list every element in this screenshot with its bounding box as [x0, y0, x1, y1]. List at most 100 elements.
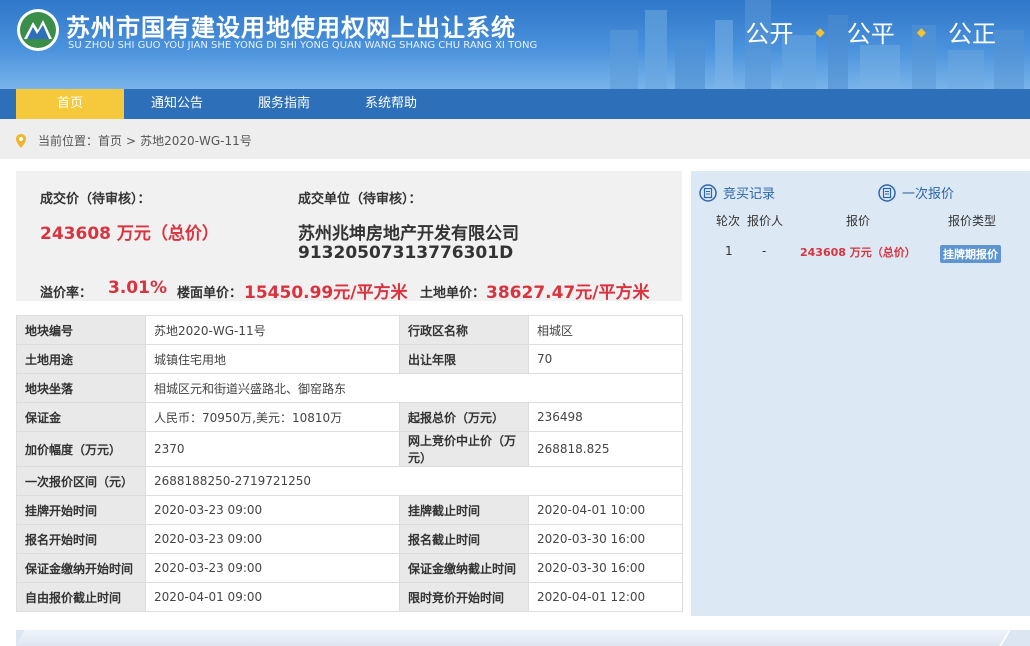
bid-round: 1: [725, 244, 733, 258]
detail-key: 报名开始时间: [16, 524, 146, 554]
detail-row: 自由报价截止时间 2020-04-01 09:00 限时竞价开始时间 2020-04-…: [16, 582, 683, 612]
detail-key: 网上竞价中止价（万元）: [399, 431, 529, 467]
bottom-tab[interactable]: [343, 630, 519, 646]
detail-row: 保证金缴纳开始时间 2020-03-23 09:00 保证金缴纳截止时间 2020-0…: [16, 553, 683, 583]
land-detail-table: 地块编号 苏地2020-WG-11号 行政区名称 相城区 土地用途 城镇住宅用地 出让年限 7…: [16, 315, 683, 612]
nav-home[interactable]: 首页: [16, 89, 124, 119]
floor-price-label: 楼面单价：: [177, 286, 243, 301]
site-title: 苏州市国有建设用地使用权网上出让系统: [66, 14, 516, 42]
detail-value: 城镇住宅用地: [145, 344, 400, 374]
detail-value: 2020-03-30 16:00: [528, 524, 683, 554]
tab-bid-records[interactable]: 竞买记录: [699, 183, 775, 202]
detail-value: 2020-03-23 09:00: [145, 553, 400, 583]
tab-single-quote[interactable]: 一次报价: [878, 183, 954, 202]
detail-row: 一次报价区间（元） 2688188250-2719721250: [16, 466, 683, 496]
bid-bidder: -: [762, 244, 767, 258]
detail-key: 土地用途: [16, 344, 146, 374]
detail-row: 加价幅度（万元） 2370 网上竞价中止价（万元） 268818.825: [16, 431, 683, 467]
detail-key: 限时竞价开始时间: [399, 582, 529, 612]
detail-row: 地块编号 苏地2020-WG-11号 行政区名称 相城区: [16, 315, 683, 345]
buyer-label: 成交单位（待审核）：: [298, 192, 422, 207]
detail-key: 出让年限: [399, 344, 529, 374]
breadcrumb-prefix: 当前位置：: [38, 134, 99, 148]
detail-value: 相城区: [528, 315, 683, 345]
slogan-separator-icon: ◆: [815, 24, 825, 39]
detail-value: 2020-04-01 10:00: [528, 495, 683, 525]
main-nav: 首页 通知公告 服务指南 系统帮助: [0, 89, 1030, 119]
land-price-label: 土地单价：: [420, 286, 486, 301]
bottom-tab[interactable]: [835, 630, 1011, 646]
detail-key: 保证金缴纳截止时间: [399, 553, 529, 583]
breadcrumb-current: 苏地2020-WG-11号: [140, 134, 252, 148]
detail-key: 地块坐落: [16, 373, 146, 403]
nav-notices[interactable]: 通知公告: [123, 89, 231, 119]
bid-type-badge: 挂牌期报价: [940, 245, 1001, 263]
bottom-tab[interactable]: [179, 630, 355, 646]
column-bidder: 报价人: [747, 214, 784, 228]
breadcrumb-home-link[interactable]: 首页: [98, 132, 122, 149]
detail-key: 行政区名称: [399, 315, 529, 345]
slogan-just: 公正: [948, 20, 996, 48]
deal-price-value: 243608 万元（总价）: [40, 224, 219, 244]
detail-value: 人民币：70950万,美元：10810万: [145, 402, 400, 432]
detail-value: 2688188250-2719721250: [145, 466, 683, 496]
breadcrumb: 当前位置： 首页 > 苏地2020-WG-11号: [16, 132, 252, 149]
breadcrumb-separator: >: [126, 133, 137, 148]
slogan-fair: 公平: [846, 20, 895, 48]
tab-single-quote-label: 一次报价: [902, 187, 955, 202]
slogan-open: 公开: [745, 20, 794, 48]
detail-row: 保证金 人民币：70950万,美元：10810万 起报总价（万元） 236498: [16, 402, 683, 432]
detail-row: 报名开始时间 2020-03-23 09:00 报名截止时间 2020-03-30 1…: [16, 524, 683, 554]
detail-value: 2020-03-23 09:00: [145, 524, 400, 554]
tab-bid-records-label: 竞买记录: [723, 187, 776, 202]
detail-key: 起报总价（万元）: [399, 402, 529, 432]
quote-icon: [878, 183, 896, 202]
site-header: 苏州市国有建设用地使用权网上出让系统 SU ZHOU SHI GUO YOU J…: [0, 0, 1030, 89]
column-quote-type: 报价类型: [948, 214, 997, 228]
premium-rate-label: 溢价率：: [40, 286, 93, 301]
buyer-credit-code: 91320507313776301D: [298, 243, 514, 263]
detail-key: 挂牌截止时间: [399, 495, 529, 525]
detail-value: 2020-03-23 09:00: [145, 495, 400, 525]
slogans: 公开 ◆ 公平 ◆ 公正: [746, 14, 996, 49]
detail-value: 236498: [528, 402, 683, 432]
bid-price: 243608 万元（总价）: [800, 246, 916, 259]
slogan-separator-icon: ◆: [916, 24, 926, 39]
detail-row: 土地用途 城镇住宅用地 出让年限 70: [16, 344, 683, 374]
location-pin-icon: [16, 133, 26, 148]
detail-value: 268818.825: [528, 431, 683, 467]
detail-row: 地块坐落 相城区元和街道兴盛路北、御窑路东: [16, 373, 683, 403]
floor-price-value: 15450.99元/平方米: [244, 283, 408, 303]
detail-key: 保证金缴纳开始时间: [16, 553, 146, 583]
column-round: 轮次: [716, 214, 741, 228]
detail-row: 挂牌开始时间 2020-03-23 09:00 挂牌截止时间 2020-04-01 1…: [16, 495, 683, 525]
nav-service-guide[interactable]: 服务指南: [230, 89, 338, 119]
detail-key: 保证金: [16, 402, 146, 432]
bid-side-panel: 竞买记录 一次报价 轮次 报价人 报价 报价类型 1 - 243608 万元（总…: [691, 171, 1030, 616]
detail-key: 挂牌开始时间: [16, 495, 146, 525]
buyer-name: 苏州兆坤房地产开发有限公司: [298, 224, 519, 244]
record-icon: [699, 183, 717, 202]
detail-value: 苏地2020-WG-11号: [145, 315, 400, 345]
detail-value: 2020-04-01 09:00: [145, 582, 400, 612]
column-price: 报价: [846, 214, 871, 228]
deal-price-label: 成交价（待审核）：: [40, 192, 151, 207]
bottom-tab-strip: [16, 630, 1030, 646]
breadcrumb-bar: 当前位置： 首页 > 苏地2020-WG-11号: [0, 119, 1030, 159]
detail-value: 70: [528, 344, 683, 374]
bottom-tab[interactable]: [671, 630, 847, 646]
detail-key: 报名截止时间: [399, 524, 529, 554]
detail-value: 2020-03-30 16:00: [528, 553, 683, 583]
premium-rate-value: 3.01%: [108, 278, 167, 298]
logo-icon: [17, 9, 59, 51]
site-subtitle: SU ZHOU SHI GUO YOU JIAN SHE YONG DI SHI…: [68, 40, 538, 51]
bottom-tab[interactable]: [507, 630, 683, 646]
detail-value: 2370: [145, 431, 400, 467]
bottom-tab[interactable]: [16, 630, 191, 646]
nav-system-help[interactable]: 系统帮助: [337, 89, 445, 119]
deal-summary-panel: 成交价（待审核）： 243608 万元（总价） 成交单位（待审核）： 苏州兆坤房…: [16, 171, 682, 303]
detail-value: 2020-04-01 12:00: [528, 582, 683, 612]
land-price-value: 38627.47元/平方米: [486, 283, 650, 303]
detail-value: 相城区元和街道兴盛路北、御窑路东: [145, 373, 683, 403]
detail-key: 地块编号: [16, 315, 146, 345]
